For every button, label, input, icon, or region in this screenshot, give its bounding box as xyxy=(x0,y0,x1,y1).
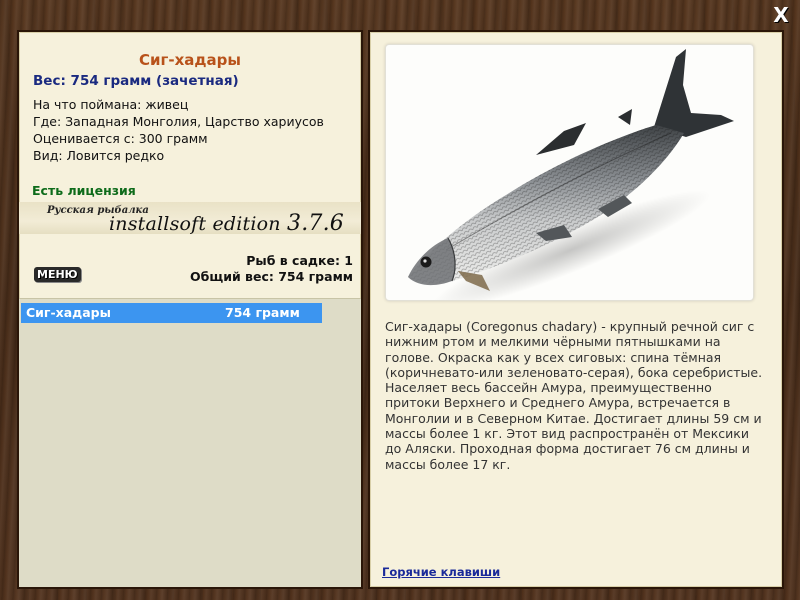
banner-edition: installsoft edition 3.7.6 xyxy=(109,211,344,236)
info-rarity: Вид: Ловится редко xyxy=(33,148,165,163)
banner-edition-text: installsoft edition xyxy=(109,213,281,235)
catch-list: Сиг-хадары 754 грамм xyxy=(19,298,361,587)
close-button[interactable]: X xyxy=(772,3,790,27)
fish-photo xyxy=(408,49,734,310)
fish-info-list: На что поймана: живец Где: Западная Монг… xyxy=(33,96,324,164)
info-bait: На что поймана: живец xyxy=(33,97,189,112)
fish-info-panel: Сиг-хадары Вес: 754 грамм (зачетная) На … xyxy=(17,30,363,589)
info-min-weight: Оценивается с: 300 грамм xyxy=(33,131,208,146)
close-icon: X xyxy=(773,3,789,27)
fish-title: Сиг-хадары xyxy=(139,51,241,69)
keepnet-count: Рыб в садке: 1 xyxy=(246,253,353,268)
keepnet-total-weight: Общий вес: 754 грамм xyxy=(190,269,353,284)
banner-version: 3.7.6 xyxy=(287,211,344,236)
license-status: Есть лицензия xyxy=(32,183,136,198)
catch-list-item[interactable]: Сиг-хадары 754 грамм xyxy=(21,303,322,323)
catch-item-weight: 754 грамм xyxy=(225,305,300,320)
game-banner: Русская рыбалка installsoft edition 3.7.… xyxy=(19,202,361,236)
info-location: Где: Западная Монголия, Царство хариусов xyxy=(33,114,324,129)
keepnet-summary: Рыб в садке: 1 Общий вес: 754 грамм xyxy=(190,253,353,285)
fish-photo-frame xyxy=(385,44,754,310)
fish-weight: Вес: 754 грамм (зачетная) xyxy=(33,73,239,89)
menu-button[interactable]: МЕНЮ xyxy=(34,267,81,282)
hotkeys-link[interactable]: Горячие клавиши xyxy=(382,565,500,579)
fish-description: Сиг-хадары (Coregonus chadary) - крупный… xyxy=(385,319,763,472)
fish-detail-panel: Сиг-хадары (Coregonus chadary) - крупный… xyxy=(368,30,784,589)
catch-item-name: Сиг-хадары xyxy=(26,305,111,320)
